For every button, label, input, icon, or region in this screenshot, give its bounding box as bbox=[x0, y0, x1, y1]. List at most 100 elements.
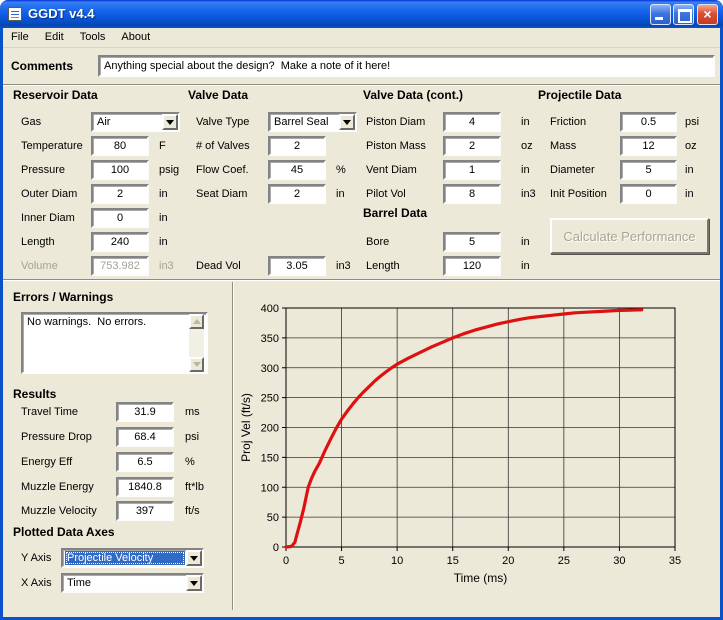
gas-label: Gas bbox=[21, 116, 41, 128]
y-axis-select[interactable]: Projectile Velocity bbox=[61, 548, 204, 568]
pressure-field[interactable] bbox=[91, 160, 149, 180]
flow-coef-unit: % bbox=[336, 164, 346, 176]
diameter-field[interactable] bbox=[620, 160, 677, 180]
num-valves-field[interactable] bbox=[268, 136, 326, 156]
valve-data-cont-title: Valve Data (cont.) bbox=[363, 88, 463, 102]
mass-field[interactable] bbox=[620, 136, 677, 156]
scroll-up-icon[interactable] bbox=[189, 314, 204, 329]
volume-unit: in3 bbox=[159, 260, 174, 272]
piston-mass-label: Piston Mass bbox=[366, 140, 426, 152]
energy-eff-field bbox=[116, 452, 174, 472]
pilot-vol-unit: in3 bbox=[521, 188, 536, 200]
volume-field bbox=[91, 256, 149, 276]
muzzle-energy-unit: ft*lb bbox=[185, 481, 204, 493]
piston-mass-field[interactable] bbox=[443, 136, 501, 156]
inner-diam-unit: in bbox=[159, 212, 168, 224]
divider bbox=[3, 279, 720, 281]
svg-text:250: 250 bbox=[261, 393, 279, 405]
piston-diam-field[interactable] bbox=[443, 112, 501, 132]
field-row-dead-vol: Dead Vol in3 bbox=[188, 256, 360, 278]
svg-text:50: 50 bbox=[267, 512, 279, 524]
pilot-vol-field[interactable] bbox=[443, 184, 501, 204]
barrel-length-unit: in bbox=[521, 260, 530, 272]
valve-data-title: Valve Data bbox=[188, 88, 248, 102]
field-row-outer-diam: Outer Diam in bbox=[13, 184, 191, 206]
y-axis-value: Projectile Velocity bbox=[65, 551, 185, 565]
y-axis-row: Y Axis Projectile Velocity bbox=[13, 548, 228, 570]
field-row-vent-diam: Vent Diam in bbox=[363, 160, 535, 182]
dead-vol-label: Dead Vol bbox=[196, 260, 241, 272]
results-section: Results Travel Time ms Pressure Drop psi… bbox=[13, 385, 223, 403]
muzzle-velocity-label: Muzzle Velocity bbox=[21, 505, 97, 517]
init-position-label: Init Position bbox=[550, 188, 607, 200]
outer-diam-field[interactable] bbox=[91, 184, 149, 204]
field-row-num-valves: # of Valves bbox=[188, 136, 360, 158]
inner-diam-label: Inner Diam bbox=[21, 212, 75, 224]
vent-diam-field[interactable] bbox=[443, 160, 501, 180]
flow-coef-field[interactable] bbox=[268, 160, 326, 180]
result-row-energy-eff: Energy Eff % bbox=[13, 452, 223, 474]
svg-text:20: 20 bbox=[502, 555, 514, 567]
scrollbar[interactable] bbox=[189, 314, 204, 372]
seat-diam-unit: in bbox=[336, 188, 345, 200]
seat-diam-field[interactable] bbox=[268, 184, 326, 204]
errors-warnings-box[interactable]: No warnings. No errors. bbox=[21, 312, 208, 374]
svg-text:Time (ms): Time (ms) bbox=[454, 571, 508, 585]
svg-text:15: 15 bbox=[447, 555, 459, 567]
temperature-unit: F bbox=[159, 140, 166, 152]
scroll-down-icon[interactable] bbox=[189, 357, 204, 372]
energy-eff-label: Energy Eff bbox=[21, 456, 72, 468]
calculate-performance-button[interactable]: Calculate Performance bbox=[550, 218, 709, 254]
field-row-piston-diam: Piston Diam in bbox=[363, 112, 535, 134]
vent-diam-label: Vent Diam bbox=[366, 164, 417, 176]
barrel-data-title: Barrel Data bbox=[363, 206, 427, 220]
close-button[interactable]: × bbox=[697, 4, 718, 25]
reservoir-data-section: Reservoir Data Gas Air Temperature F Pre… bbox=[13, 88, 191, 278]
dead-vol-field[interactable] bbox=[268, 256, 326, 276]
menu-tools[interactable]: Tools bbox=[72, 28, 114, 47]
svg-text:0: 0 bbox=[283, 555, 289, 567]
menu-file[interactable]: File bbox=[3, 28, 37, 47]
gas-select[interactable]: Air bbox=[91, 112, 180, 132]
valve-data-section: Valve Data Valve Type Barrel Seal # of V… bbox=[188, 88, 360, 278]
pressure-drop-field bbox=[116, 427, 174, 447]
result-row-pressure-drop: Pressure Drop psi bbox=[13, 427, 223, 449]
temperature-label: Temperature bbox=[21, 140, 83, 152]
menu-about[interactable]: About bbox=[113, 28, 158, 47]
x-axis-select[interactable]: Time bbox=[61, 573, 204, 593]
field-row-gas: Gas Air bbox=[13, 112, 191, 134]
muzzle-velocity-field bbox=[116, 501, 174, 521]
temperature-field[interactable] bbox=[91, 136, 149, 156]
flow-coef-label: Flow Coef. bbox=[196, 164, 249, 176]
chevron-down-icon[interactable] bbox=[162, 114, 178, 130]
bore-field[interactable] bbox=[443, 232, 501, 252]
projectile-data-title: Projectile Data bbox=[538, 88, 621, 102]
inner-diam-field[interactable] bbox=[91, 208, 149, 228]
x-axis-value: Time bbox=[67, 576, 183, 590]
num-valves-label: # of Valves bbox=[196, 140, 250, 152]
field-row-length: Length in bbox=[13, 232, 191, 254]
menubar: File Edit Tools About bbox=[3, 28, 720, 48]
minimize-button[interactable] bbox=[650, 4, 671, 25]
init-position-field[interactable] bbox=[620, 184, 677, 204]
chevron-down-icon[interactable] bbox=[186, 575, 202, 591]
volume-label: Volume bbox=[21, 260, 58, 272]
friction-unit: psi bbox=[685, 116, 699, 128]
chevron-down-icon[interactable] bbox=[339, 114, 355, 130]
length-field[interactable] bbox=[91, 232, 149, 252]
field-row-inner-diam: Inner Diam in bbox=[13, 208, 191, 230]
field-row-diameter: Diameter in bbox=[538, 160, 720, 182]
diameter-unit: in bbox=[685, 164, 694, 176]
chevron-down-icon[interactable] bbox=[186, 550, 202, 566]
muzzle-energy-field bbox=[116, 477, 174, 497]
comments-input[interactable] bbox=[98, 55, 715, 77]
valve-type-select[interactable]: Barrel Seal bbox=[268, 112, 357, 132]
valve-data-cont-section: Valve Data (cont.) Piston Diam in Piston… bbox=[363, 88, 535, 278]
maximize-button[interactable] bbox=[673, 4, 694, 25]
diameter-label: Diameter bbox=[550, 164, 595, 176]
menu-edit[interactable]: Edit bbox=[37, 28, 72, 47]
valve-type-label: Valve Type bbox=[196, 116, 249, 128]
svg-text:0: 0 bbox=[273, 542, 279, 554]
barrel-length-field[interactable] bbox=[443, 256, 501, 276]
friction-field[interactable] bbox=[620, 112, 677, 132]
